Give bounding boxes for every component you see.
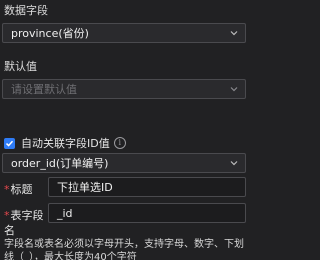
default-value-placeholder: 请设置默认值 [11, 83, 77, 96]
table-field-label: *表字段 [4, 207, 44, 223]
table-field-input[interactable]: _id [48, 203, 246, 223]
title-input[interactable]: 下拉单选ID [48, 177, 246, 197]
auto-link-label: 自动关联字段ID值 [21, 137, 110, 150]
link-field-value: order_id(订单编号) [11, 157, 109, 170]
table-field-label-wrap: 名 [4, 224, 15, 237]
required-mark: * [4, 209, 10, 222]
chevron-down-icon [230, 31, 238, 36]
default-value-select[interactable]: 请设置默认值 [2, 79, 246, 99]
info-icon[interactable]: i [113, 137, 126, 149]
data-field-value: province(省份) [11, 27, 89, 40]
chevron-down-icon [230, 161, 238, 166]
auto-link-checkbox[interactable] [4, 137, 15, 149]
link-field-select[interactable]: order_id(订单编号) [2, 153, 246, 173]
check-icon [5, 140, 14, 147]
chevron-down-icon [230, 87, 238, 92]
table-field-label-text: 表字段 [10, 209, 44, 222]
data-field-label: 数据字段 [4, 4, 48, 17]
title-input-value: 下拉单选ID [57, 181, 113, 194]
title-label-text: 标题 [10, 183, 33, 196]
auto-link-checkbox-row[interactable]: 自动关联字段ID值 i [4, 136, 126, 150]
data-field-select[interactable]: province(省份) [2, 23, 246, 43]
field-name-help-text: 字段名或表名必须以字母开头，支持字母、数字、下划线（_），最大长度为40个字符 [4, 239, 244, 260]
title-label: *标题 [4, 181, 33, 197]
required-mark: * [4, 183, 10, 196]
table-field-input-value: _id [57, 207, 73, 220]
field-settings-panel: 数据字段 province(省份) 默认值 请设置默认值 自动关联字段ID值 i… [0, 0, 250, 260]
default-value-label: 默认值 [4, 60, 37, 73]
